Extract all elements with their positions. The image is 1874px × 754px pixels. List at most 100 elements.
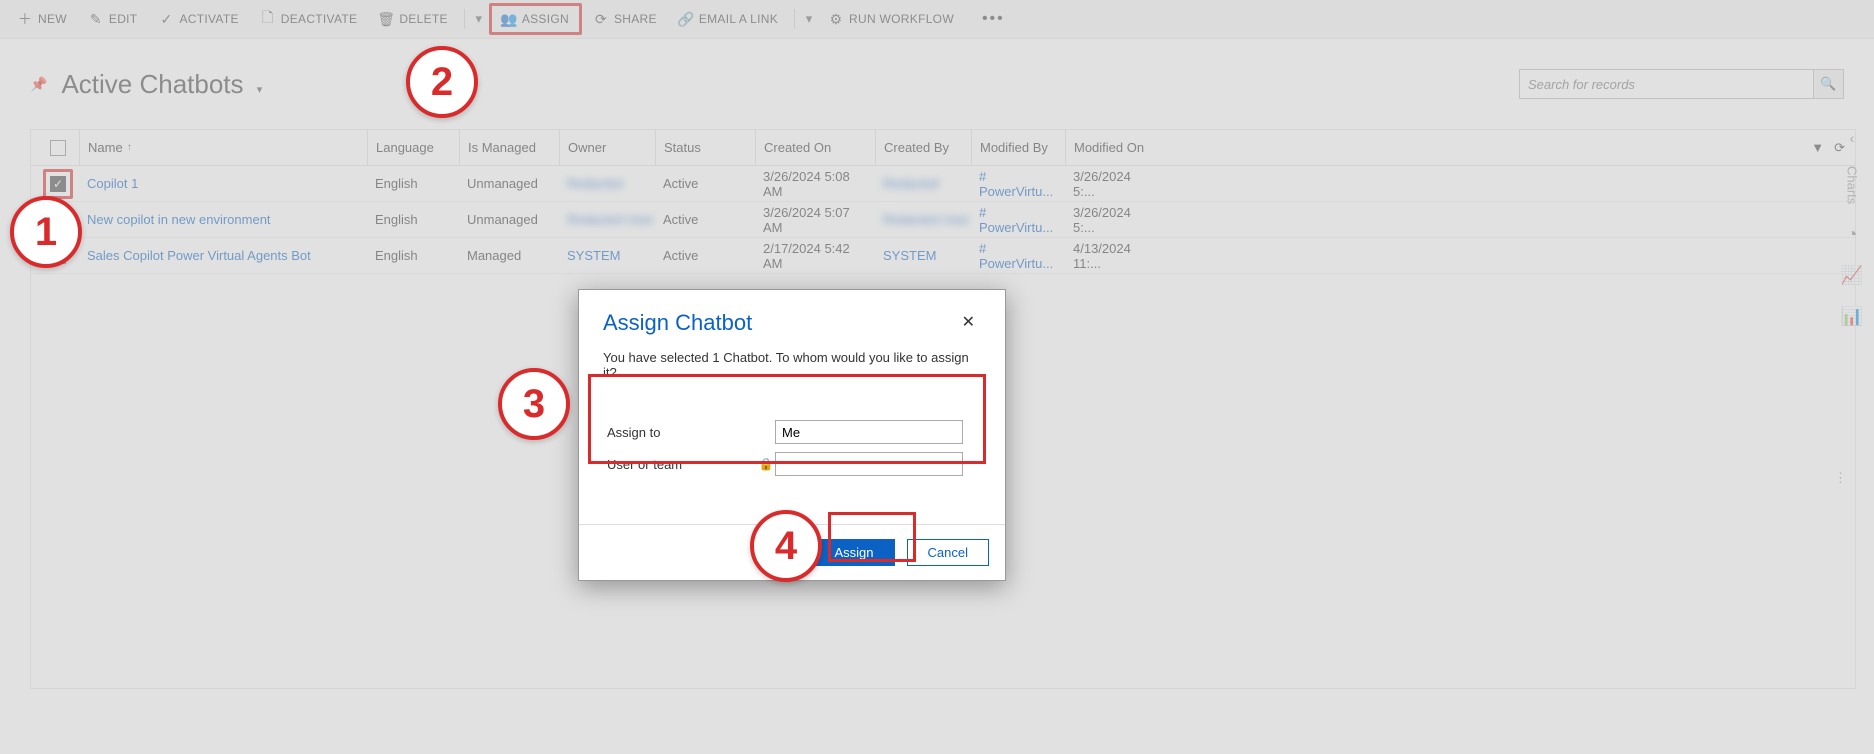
line-chart-icon[interactable]: 📈 [1841,265,1863,286]
more-commands[interactable]: ••• [966,4,1021,34]
activate-button[interactable]: ✓ ACTIVATE [149,6,248,32]
trash-icon: 🗑 [379,12,393,26]
chevron-down-icon: ▾ [257,84,263,96]
view-title-text: Active Chatbots [61,69,243,99]
lock-icon: 🔒 [757,457,775,471]
column-name[interactable]: Name ↑ [79,130,367,165]
link-icon: 🔗 [679,12,693,26]
cell-status: Active [655,248,755,263]
column-language[interactable]: Language [367,130,459,165]
grid-header-row: Name ↑ Language Is Managed Owner Status … [31,130,1855,166]
pencil-icon: ✎ [89,12,103,26]
filter-icon[interactable]: ▼ [1811,140,1824,156]
view-title[interactable]: Active Chatbots ▾ [61,69,262,100]
chevron-left-icon[interactable]: ‹ [1850,130,1855,146]
cell-created-by: Redacted User [875,212,971,227]
ellipsis-icon: ••• [976,10,1011,28]
cell-language: English [367,212,459,227]
column-modified-on[interactable]: Modified On [1065,130,1163,165]
new-button[interactable]: ＋ NEW [8,6,77,32]
separator [464,9,465,29]
share-label: SHARE [614,12,657,26]
cell-owner: Redacted [559,176,655,191]
cell-owner[interactable]: SYSTEM [559,248,655,263]
cell-created-on: 3/26/2024 5:08 AM [755,169,875,199]
search-icon: 🔍 [1820,76,1836,92]
record-name-link[interactable]: Sales Copilot Power Virtual Agents Bot [79,248,367,263]
workflow-icon: ⚙ [829,12,843,26]
column-modified-by[interactable]: Modified By [971,130,1065,165]
col-name-label: Name [88,140,123,155]
table-row[interactable]: ✓ Copilot 1EnglishUnmanagedRedactedActive… [31,166,1855,202]
column-created-by[interactable]: Created By [875,130,971,165]
row-checkbox[interactable]: ✓ [50,176,66,192]
cell-language: English [367,176,459,191]
select-all-checkbox[interactable] [50,140,66,156]
new-label: NEW [38,12,67,26]
check-icon: ✓ [159,12,173,26]
deactivate-button[interactable]: 🗋 DEACTIVATE [251,6,368,32]
assign-confirm-button[interactable]: Assign [814,539,895,566]
assign-to-label: Assign to [607,425,757,440]
cell-created-by[interactable]: SYSTEM [875,248,971,263]
cancel-button[interactable]: Cancel [907,539,989,566]
activate-label: ACTIVATE [179,12,238,26]
cell-modified-on: 4/13/2024 11:... [1065,241,1163,271]
separator [794,9,795,29]
annotation-badge-2: 2 [406,46,478,118]
assign-button[interactable]: 👥 ASSIGN [489,3,582,35]
assign-label: ASSIGN [522,12,569,26]
close-icon[interactable]: ✕ [956,310,981,334]
search-button[interactable]: 🔍 [1814,69,1844,99]
plus-icon: ＋ [18,12,32,26]
cell-owner: Redacted User [559,212,655,227]
user-team-input[interactable] [775,452,963,476]
assign-to-input[interactable] [775,420,963,444]
annotation-badge-3: 3 [498,368,570,440]
workflow-button[interactable]: ⚙ RUN WORKFLOW [819,6,964,32]
cell-is-managed: Unmanaged [459,176,559,191]
share-button[interactable]: ⟳ SHARE [584,6,667,32]
delete-button[interactable]: 🗑 DELETE [369,6,457,32]
cancel-icon: 🗋 [261,12,275,26]
pin-icon[interactable]: 📌 [30,76,47,93]
table-row[interactable]: New copilot in new environmentEnglishUnm… [31,202,1855,238]
cell-is-managed: Managed [459,248,559,263]
email-label: EMAIL A LINK [699,12,778,26]
edit-button[interactable]: ✎ EDIT [79,6,148,32]
sort-ascending-icon: ↑ [127,142,132,153]
charts-label[interactable]: Charts [1845,166,1860,204]
column-created-on[interactable]: Created On [755,130,875,165]
record-name-link[interactable]: New copilot in new environment [79,212,367,227]
search-input[interactable] [1519,69,1814,99]
cell-is-managed: Unmanaged [459,212,559,227]
column-status[interactable]: Status [655,130,755,165]
annotation-badge-1: 1 [10,196,82,268]
delete-label: DELETE [399,12,447,26]
command-toolbar: ＋ NEW ✎ EDIT ✓ ACTIVATE 🗋 DEACTIVATE 🗑 D… [0,0,1874,39]
right-rail: ‹ Charts ◔ 📈 📊 [1830,130,1874,327]
assign-icon: 👥 [502,12,516,26]
edit-label: EDIT [109,12,138,26]
cell-status: Active [655,176,755,191]
cell-language: English [367,248,459,263]
cell-modified-by[interactable]: # PowerVirtu... [971,169,1065,199]
email-link-button[interactable]: 🔗 EMAIL A LINK [669,6,788,32]
column-owner[interactable]: Owner [559,130,655,165]
dialog-body: Assign to User or team 🔒 [597,396,987,506]
annotation-badge-4: 4 [750,510,822,582]
delete-dropdown[interactable]: ▾ [471,5,487,33]
record-name-link[interactable]: Copilot 1 [79,176,367,191]
row-more-indicator[interactable]: ⋮ [1234,470,1847,486]
email-dropdown[interactable]: ▾ [801,5,817,33]
table-row[interactable]: Sales Copilot Power Virtual Agents BotEn… [31,238,1855,274]
bar-chart-icon[interactable]: 📊 [1841,306,1863,327]
cell-modified-by[interactable]: # PowerVirtu... [971,205,1065,235]
cell-modified-on: 3/26/2024 5:... [1065,205,1163,235]
cell-created-on: 3/26/2024 5:07 AM [755,205,875,235]
pie-chart-icon[interactable]: ◔ [1847,224,1858,245]
cell-modified-by[interactable]: # PowerVirtu... [971,241,1065,271]
column-is-managed[interactable]: Is Managed [459,130,559,165]
search-wrap: 🔍 [1519,69,1844,99]
cell-created-on: 2/17/2024 5:42 AM [755,241,875,271]
